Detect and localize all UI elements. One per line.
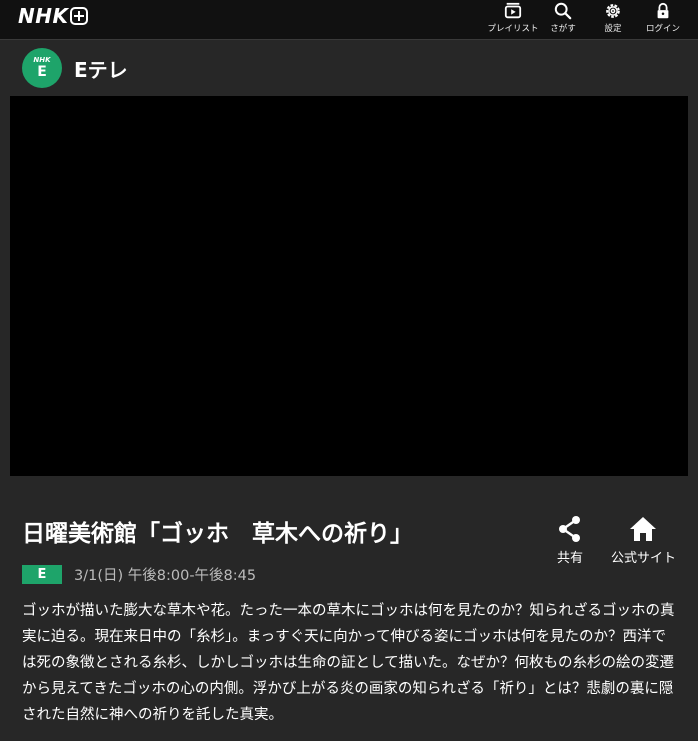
header-nav: プレイリスト さがす 設定 ログイン (488, 2, 688, 36)
share-icon (558, 516, 580, 542)
nhk-plus-logo[interactable]: NHK (18, 4, 89, 28)
playlist-icon (504, 2, 522, 19)
nav-login-label: ログイン (645, 24, 680, 34)
lock-icon (657, 2, 669, 19)
nav-search-label: さがす (550, 24, 576, 34)
official-site-label: 公式サイト (610, 551, 676, 566)
program-title: 日曜美術館「ゴッホ 草木への祈り」 (22, 521, 413, 547)
plus-icon (70, 7, 89, 25)
channel-header: NHK E Eテレ (22, 48, 128, 88)
nav-settings-label: 設定 (604, 24, 622, 34)
top-bar: NHK プレイリスト さがす 設定 ログイン (0, 0, 698, 40)
channel-logo[interactable]: NHK E (22, 48, 62, 88)
official-site-button[interactable]: 公式サイト (611, 514, 676, 566)
home-icon (630, 517, 657, 541)
channel-name[interactable]: Eテレ (74, 54, 128, 83)
share-button[interactable]: 共有 (555, 514, 585, 566)
nav-playlist-label: プレイリスト (487, 24, 539, 34)
nav-settings[interactable]: 設定 (588, 2, 638, 36)
program-actions: 共有 公式サイト (555, 514, 676, 566)
video-player[interactable] (10, 96, 688, 476)
broadcast-time: 3/1(日) 午後8:00-午後8:45 (74, 568, 257, 584)
channel-logo-small: NHK (33, 56, 51, 64)
nav-playlist[interactable]: プレイリスト (487, 2, 539, 36)
channel-logo-letter: E (37, 64, 47, 80)
search-icon (554, 2, 572, 20)
share-label: 共有 (556, 551, 583, 566)
nav-search[interactable]: さがす (538, 2, 588, 36)
nav-login[interactable]: ログイン (638, 2, 688, 36)
gear-icon (606, 4, 620, 18)
program-description: ゴッホが描いた膨大な草木や花。たった一本の草木にゴッホは何を見たのか？知られざる… (22, 603, 675, 723)
logo-text: NHK (18, 4, 69, 28)
broadcast-info: E 3/1(日) 午後8:00-午後8:45 (22, 564, 256, 585)
channel-badge: E (22, 565, 62, 584)
